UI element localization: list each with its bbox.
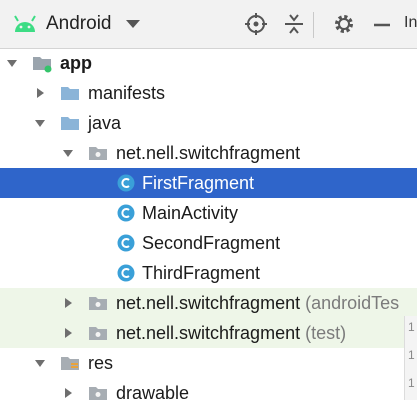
locate-icon[interactable] — [244, 12, 268, 36]
tree-row-third-fragment[interactable]: ThirdFragment — [0, 258, 417, 288]
source-set-suffix: (test) — [300, 323, 347, 343]
line-number: 1 — [408, 320, 415, 334]
expanded-arrow-icon[interactable] — [6, 57, 18, 69]
editor-gutter: 1 1 1 — [404, 316, 417, 400]
package-icon — [89, 297, 107, 310]
view-selector-label[interactable]: Android — [46, 13, 112, 35]
android-icon — [14, 15, 36, 32]
gear-icon[interactable] — [332, 12, 356, 36]
tree-row-label: res — [88, 353, 114, 373]
tree-row-label: java — [88, 113, 122, 133]
tree-row-label: net.nell.switchfragment (test) — [116, 323, 347, 343]
tree-row-label: manifests — [88, 83, 166, 103]
tree-row-label: net.nell.switchfragment (androidTes — [116, 293, 400, 313]
tree-row-package[interactable]: net.nell.switchfragment — [0, 138, 417, 168]
class-icon — [117, 234, 135, 252]
tree-row-label: ThirdFragment — [142, 263, 261, 283]
tree-row-manifests[interactable]: manifests — [0, 78, 417, 108]
expanded-arrow-icon[interactable] — [34, 357, 46, 369]
folder-icon — [61, 117, 79, 130]
project-toolbar: Android In — [0, 0, 417, 49]
tree-row-package-android-test[interactable]: net.nell.switchfragment (androidTes — [0, 288, 417, 318]
tree-row-drawable[interactable]: drawable — [0, 378, 417, 408]
expanded-arrow-icon[interactable] — [34, 117, 46, 129]
cut-off-text: In — [404, 14, 417, 31]
package-icon — [89, 327, 107, 340]
tree-row-first-fragment[interactable]: FirstFragment — [0, 168, 417, 198]
class-icon — [117, 204, 135, 222]
tree-row-label: FirstFragment — [142, 173, 255, 193]
resource-folder-icon — [61, 357, 79, 370]
chevron-down-icon[interactable] — [126, 20, 140, 28]
collapse-all-icon[interactable] — [282, 12, 306, 36]
tree-row-res[interactable]: res — [0, 348, 417, 378]
tree-row-java[interactable]: java — [0, 108, 417, 138]
tree-row-label: app — [60, 53, 93, 73]
toolbar-separator — [313, 12, 314, 38]
tree-row-second-fragment[interactable]: SecondFragment — [0, 228, 417, 258]
line-number: 1 — [408, 348, 415, 362]
class-icon — [117, 174, 135, 192]
package-icon — [89, 147, 107, 160]
tree-row-main-activity[interactable]: MainActivity — [0, 198, 417, 228]
tree-row-package-test[interactable]: net.nell.switchfragment (test) — [0, 318, 417, 348]
collapsed-arrow-icon[interactable] — [62, 327, 74, 339]
tree-row-label: net.nell.switchfragment — [116, 143, 301, 163]
tree-row-label: MainActivity — [142, 203, 239, 223]
folder-icon — [61, 87, 79, 100]
tree-row-app[interactable]: app — [0, 48, 417, 78]
line-number: 1 — [408, 376, 415, 390]
class-icon — [117, 264, 135, 282]
expanded-arrow-icon[interactable] — [62, 147, 74, 159]
module-folder-icon — [33, 57, 52, 73]
source-set-suffix: (androidTes — [300, 293, 400, 313]
minimize-icon[interactable] — [370, 12, 394, 36]
project-tree: app manifests java net.nell.switchfragme… — [0, 48, 417, 403]
collapsed-arrow-icon[interactable] — [62, 297, 74, 309]
tree-row-label: SecondFragment — [142, 233, 281, 253]
collapsed-arrow-icon[interactable] — [62, 387, 74, 399]
tree-row-label: drawable — [116, 383, 190, 403]
package-icon — [89, 387, 107, 400]
collapsed-arrow-icon[interactable] — [34, 87, 46, 99]
